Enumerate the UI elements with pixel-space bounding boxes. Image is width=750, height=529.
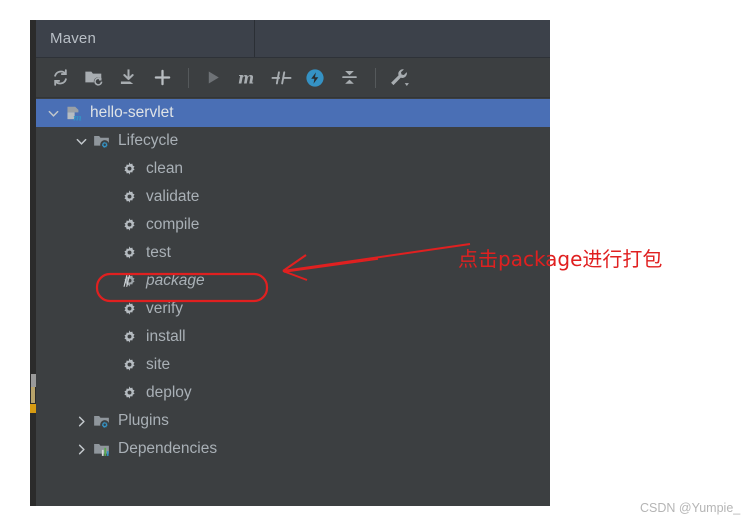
- tree-row-hello-servlet[interactable]: m hello-servlet: [36, 99, 550, 127]
- goal-gear-icon: [118, 295, 140, 323]
- toolbar-separator-2: [375, 67, 376, 88]
- annotation-text: 点击package进行打包: [458, 247, 663, 271]
- download-sources-icon[interactable]: [112, 63, 144, 93]
- chevron-right-icon[interactable]: [72, 407, 90, 435]
- tree-row-label: Lifecycle: [118, 132, 179, 149]
- add-maven-project-icon[interactable]: [146, 63, 178, 93]
- toggle-skip-tests-icon[interactable]: [299, 63, 331, 93]
- tab-maven-label: Maven: [50, 30, 97, 47]
- goal-gear-icon: [118, 211, 140, 239]
- reimport-icon[interactable]: [44, 63, 76, 93]
- tree-row-dependencies[interactable]: Dependencies: [36, 435, 550, 463]
- goal-gear-icon: [118, 155, 140, 183]
- toolbar-separator-1: [188, 67, 189, 88]
- gutter-marker-tan: [31, 387, 35, 403]
- tree-row-deploy[interactable]: deploy: [36, 379, 550, 407]
- goal-gear-icon: [118, 351, 140, 379]
- tab-maven[interactable]: Maven: [36, 20, 255, 57]
- maven-settings-icon[interactable]: [384, 63, 416, 93]
- maven-module-icon: m: [62, 99, 84, 127]
- goal-gear-icon: [118, 239, 140, 267]
- tree-row-label: validate: [146, 188, 200, 205]
- goal-gear-icon: [118, 183, 140, 211]
- chevron-down-icon[interactable]: [44, 99, 62, 127]
- tree-row-label: deploy: [146, 384, 192, 401]
- tree-row-lifecycle[interactable]: Lifecycle: [36, 127, 550, 155]
- maven-toolbar: m: [36, 58, 550, 98]
- tree-row-plugins[interactable]: Plugins: [36, 407, 550, 435]
- tree-row-label: Plugins: [118, 412, 169, 429]
- svg-text:m: m: [73, 112, 82, 121]
- tree-row-label: compile: [146, 216, 200, 233]
- tool-window-header: Maven: [36, 20, 550, 58]
- tree-row-site[interactable]: site: [36, 351, 550, 379]
- tree-row-label: install: [146, 328, 186, 345]
- goal-gear-icon: [118, 379, 140, 407]
- tree-row-install[interactable]: install: [36, 323, 550, 351]
- svg-text:m: m: [238, 68, 254, 87]
- tree-row-clean[interactable]: clean: [36, 155, 550, 183]
- tree-row-compile[interactable]: compile: [36, 211, 550, 239]
- tree-row-label: site: [146, 356, 171, 373]
- maven-project-tree[interactable]: m hello-servlet Lifecycle clean validate comp…: [36, 99, 550, 505]
- collapse-all-icon[interactable]: [333, 63, 365, 93]
- goal-gear-running-icon: [118, 267, 140, 295]
- tree-row-validate[interactable]: validate: [36, 183, 550, 211]
- tree-row-verify[interactable]: verify: [36, 295, 550, 323]
- dependencies-icon: [90, 435, 112, 463]
- tree-row-label: Dependencies: [118, 440, 218, 457]
- toggle-offline-icon[interactable]: [265, 63, 297, 93]
- chevron-down-icon[interactable]: [72, 127, 90, 155]
- tree-row-label: test: [146, 244, 171, 261]
- tree-row-label: clean: [146, 160, 184, 177]
- generate-sources-folder-icon[interactable]: [78, 63, 110, 93]
- goal-gear-icon: [118, 323, 140, 351]
- plugins-folder-icon: [90, 407, 112, 435]
- watermark: CSDN @Yumpie_: [640, 501, 741, 515]
- lifecycle-folder-icon: [90, 127, 112, 155]
- chevron-right-icon[interactable]: [72, 435, 90, 463]
- tree-row-label: hello-servlet: [90, 104, 174, 121]
- execute-maven-goal-icon[interactable]: m: [231, 63, 263, 93]
- tree-row-label: verify: [146, 300, 184, 317]
- tree-row-label: package: [146, 272, 205, 289]
- run-icon[interactable]: [197, 63, 229, 93]
